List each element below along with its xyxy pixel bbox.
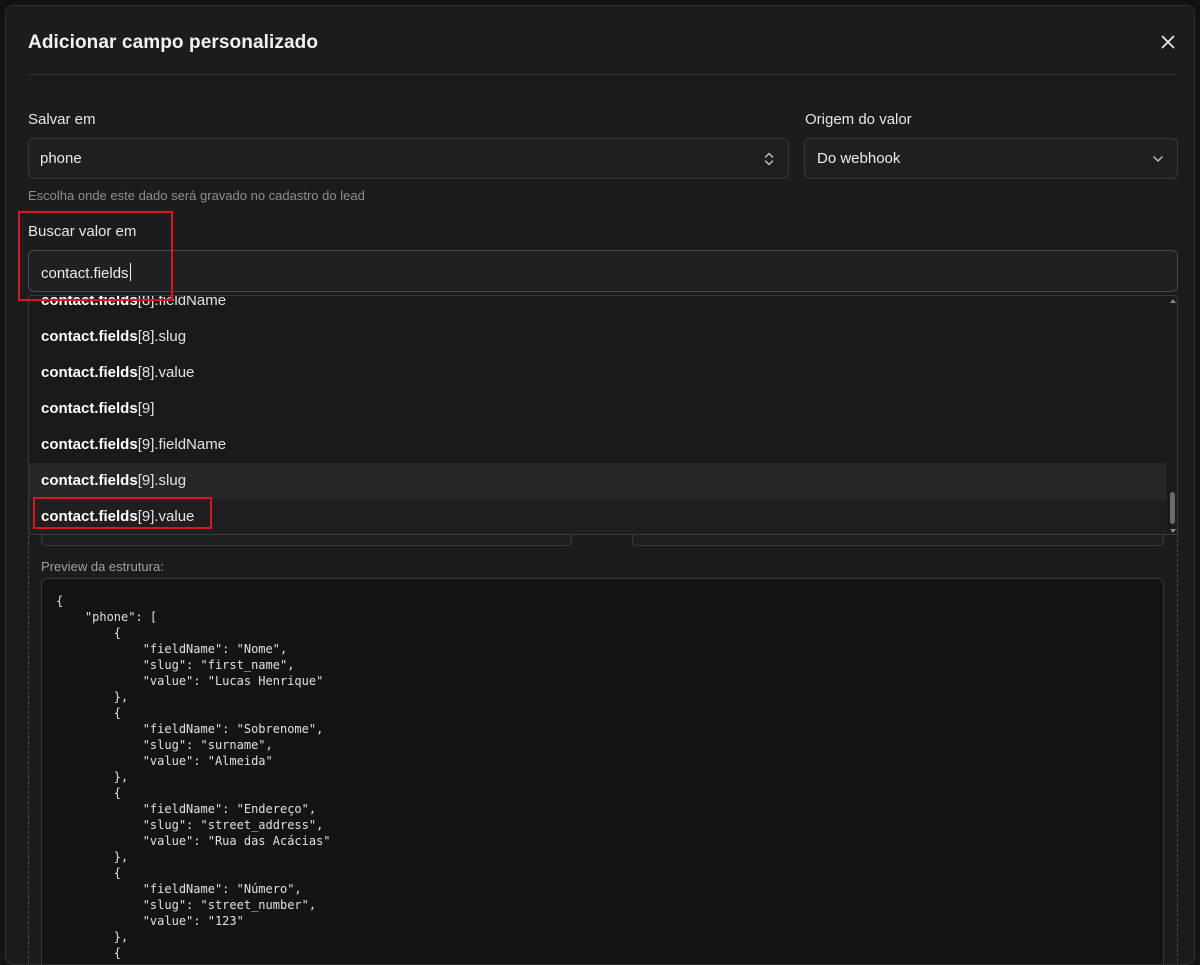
dialog-title: Adicionar campo personalizado (28, 32, 319, 53)
scroll-up-arrow[interactable] (1170, 299, 1176, 303)
suggestion-item-hovered[interactable]: contact.fields[9].slug (29, 463, 1167, 499)
preview-label: Preview da estrutura: (41, 559, 164, 574)
text-caret (129, 263, 131, 281)
suggestion-item[interactable]: contact.fields[8].value (29, 355, 1167, 391)
search-input-value: contact.fields (41, 263, 131, 282)
suggestion-item[interactable]: contact.fields[8].fieldName (29, 296, 1167, 319)
suggestion-item[interactable]: contact.fields[9].fieldName (29, 427, 1167, 463)
header-divider (28, 74, 1176, 75)
suggestion-item[interactable]: contact.fields[9] (29, 391, 1167, 427)
save-in-label: Salvar em (28, 111, 96, 128)
origin-value: Do webhook (817, 150, 901, 167)
chevron-down-icon (1153, 156, 1163, 162)
chevron-up-down-icon (764, 152, 774, 166)
preview-code-block: { "phone": [ { "fieldName": "Nome", "slu… (41, 578, 1164, 964)
suggestion-item[interactable]: contact.fields[8].slug (29, 319, 1167, 355)
origin-label: Origem do valor (805, 111, 912, 128)
suggestions-dropdown: contact.fields[8].fieldName contact.fiel… (28, 295, 1178, 535)
origin-select[interactable]: Do webhook (804, 138, 1178, 179)
save-in-hint: Escolha onde este dado será gravado no c… (28, 188, 365, 203)
custom-field-dialog: Adicionar campo personalizado Salvar em … (5, 5, 1195, 965)
suggestion-item-selected[interactable]: contact.fields[9].value (29, 499, 1167, 534)
save-in-select[interactable]: phone (28, 138, 789, 179)
close-icon[interactable] (1156, 30, 1180, 54)
scroll-down-arrow[interactable] (1170, 529, 1176, 533)
scrollbar-thumb[interactable] (1170, 492, 1175, 524)
search-label: Buscar valor em (28, 223, 137, 240)
save-in-value: phone (40, 150, 82, 167)
search-input[interactable]: contact.fields (28, 250, 1178, 292)
dropdown-scrollbar[interactable] (1167, 296, 1177, 534)
